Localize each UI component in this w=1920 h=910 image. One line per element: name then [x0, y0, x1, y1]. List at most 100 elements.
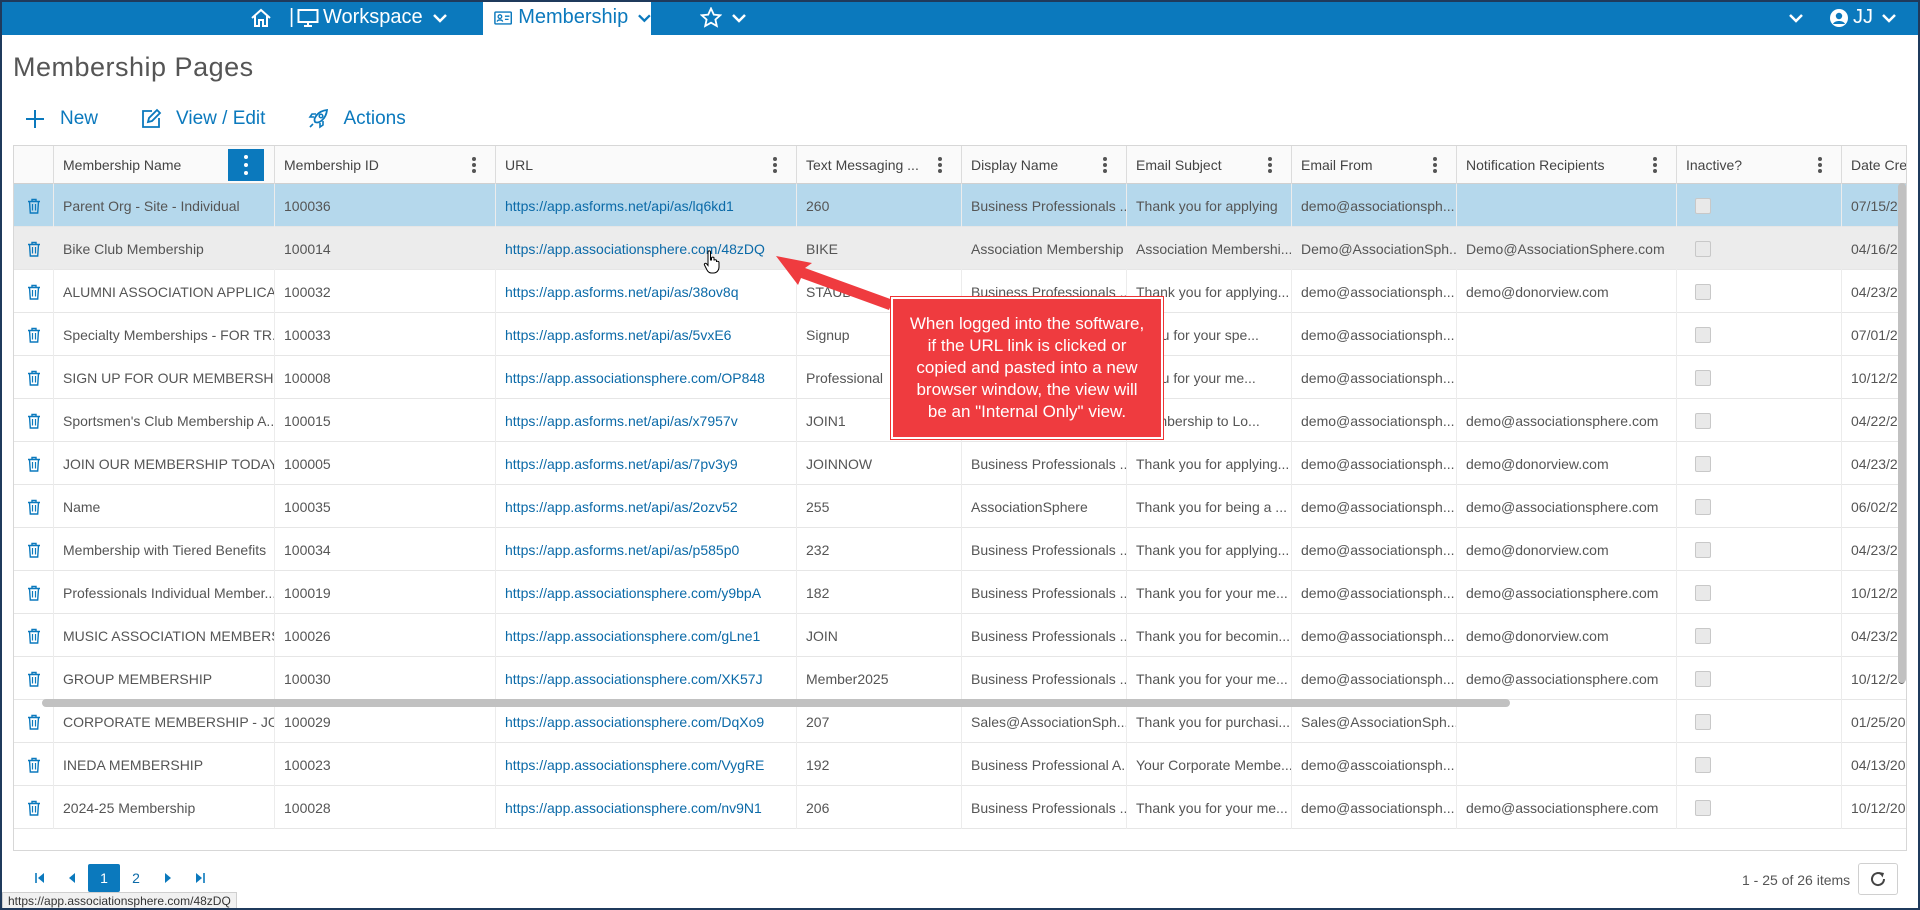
actions-button[interactable]: Actions [307, 108, 406, 130]
inactive-checkbox[interactable] [1695, 756, 1711, 773]
table-row[interactable]: JOIN OUR MEMBERSHIP TODAY 100005 https://a… [14, 442, 1906, 485]
url-link[interactable]: https://app.asforms.net/api/as/p585p0 [496, 528, 797, 571]
inactive-checkbox[interactable] [1695, 369, 1711, 386]
delete-row-button[interactable] [14, 485, 54, 528]
delete-row-button[interactable] [14, 227, 54, 270]
column-header[interactable]: Text Messaging ... [797, 146, 962, 184]
column-header[interactable]: Membership Name [54, 146, 275, 184]
first-page-button[interactable] [24, 864, 56, 892]
url-link[interactable]: https://app.associationsphere.com/48zDQ [496, 227, 797, 270]
table-row[interactable]: INEDA MEMBERSHIP 100023 https://app.associ… [14, 743, 1906, 786]
horizontal-scrollbar[interactable] [42, 699, 1510, 707]
page-1-button[interactable]: 1 [88, 864, 120, 892]
inactive-checkbox[interactable] [1695, 799, 1711, 816]
cell-recipients: Demo@AssociationSphere.com [1457, 227, 1677, 270]
delete-row-button[interactable] [14, 313, 54, 356]
column-menu-icon[interactable] [1096, 155, 1114, 175]
inactive-checkbox[interactable] [1695, 197, 1711, 214]
inactive-checkbox[interactable] [1695, 713, 1711, 730]
url-link[interactable]: https://app.associationsphere.com/gLne1 [496, 614, 797, 657]
inactive-checkbox[interactable] [1695, 326, 1711, 343]
pager-info: 1 - 25 of 26 items [1742, 872, 1851, 888]
more-menu[interactable] [1789, 0, 1803, 35]
delete-row-button[interactable] [14, 442, 54, 485]
new-button[interactable]: New [24, 108, 98, 130]
url-link[interactable]: https://app.asforms.net/api/as/lq6kd1 [496, 184, 797, 227]
column-header[interactable]: Date Cre [1842, 146, 1906, 184]
cell-recipients: demo@associationsphere.com [1457, 571, 1677, 614]
workspace-menu[interactable]: Workspace [297, 0, 447, 35]
column-menu-icon[interactable] [1646, 155, 1664, 175]
table-row[interactable]: GROUP MEMBERSHIP 100030 https://app.associ… [14, 657, 1906, 700]
url-link[interactable]: https://app.associationsphere.com/OP848 [496, 356, 797, 399]
url-link[interactable]: https://app.associationsphere.com/VygRE [496, 743, 797, 786]
page-2-button[interactable]: 2 [120, 864, 152, 892]
column-menu-icon[interactable] [465, 155, 483, 175]
delete-row-button[interactable] [14, 743, 54, 786]
inactive-checkbox[interactable] [1695, 283, 1711, 300]
table-row[interactable]: Name 100035 https://app.asforms.net/api/as… [14, 485, 1906, 528]
cell-id: 100005 [275, 442, 496, 485]
pager: 1 2 [24, 864, 216, 892]
next-page-button[interactable] [152, 864, 184, 892]
home-button[interactable] [250, 0, 272, 35]
view-edit-button[interactable]: View / Edit [140, 108, 265, 130]
url-link[interactable]: https://app.asforms.net/api/as/38ov8q [496, 270, 797, 313]
column-header[interactable]: Notification Recipients [1457, 146, 1677, 184]
url-link[interactable]: https://app.associationsphere.com/nv9N1 [496, 786, 797, 829]
last-page-button[interactable] [184, 864, 216, 892]
delete-row-button[interactable] [14, 270, 54, 313]
delete-row-button[interactable] [14, 528, 54, 571]
delete-row-button[interactable] [14, 571, 54, 614]
url-link[interactable]: https://app.asforms.net/api/as/2ozv52 [496, 485, 797, 528]
column-header[interactable]: Membership ID [275, 146, 496, 184]
inactive-checkbox[interactable] [1695, 584, 1711, 601]
column-menu-icon[interactable] [766, 155, 784, 175]
table-row[interactable]: MUSIC ASSOCIATION MEMBERS... 100026 https:… [14, 614, 1906, 657]
inactive-checkbox[interactable] [1695, 541, 1711, 558]
url-link[interactable]: https://app.associationsphere.com/y9bpA [496, 571, 797, 614]
delete-row-button[interactable] [14, 614, 54, 657]
refresh-button[interactable] [1858, 863, 1898, 895]
inactive-checkbox[interactable] [1695, 670, 1711, 687]
column-menu-icon[interactable] [931, 155, 949, 175]
table-row[interactable]: Professionals Individual Member... 100019… [14, 571, 1906, 614]
column-menu-icon[interactable] [1261, 155, 1279, 175]
inactive-checkbox[interactable] [1695, 627, 1711, 644]
vertical-scrollbar[interactable] [1898, 183, 1906, 683]
inactive-checkbox[interactable] [1695, 498, 1711, 515]
cell-display: Business Professionals ... [962, 442, 1127, 485]
edit-icon [142, 108, 162, 128]
delete-row-button[interactable] [14, 786, 54, 829]
column-header[interactable]: Email Subject [1127, 146, 1292, 184]
column-menu-icon[interactable] [1426, 155, 1444, 175]
membership-menu[interactable]: Membership [483, 0, 651, 35]
delete-row-button[interactable] [14, 184, 54, 227]
delete-row-button[interactable] [14, 356, 54, 399]
cell-name: SIGN UP FOR OUR MEMBERSHIP [54, 356, 275, 399]
user-menu[interactable]: JJ [1829, 0, 1896, 35]
delete-row-button[interactable] [14, 657, 54, 700]
url-link[interactable]: https://app.asforms.net/api/as/5vxE6 [496, 313, 797, 356]
prev-page-button[interactable] [56, 864, 88, 892]
column-header[interactable]: Inactive? [1677, 146, 1842, 184]
table-row[interactable]: 2024-25 Membership 100028 https://app.asso… [14, 786, 1906, 829]
table-row[interactable]: Parent Org - Site - Individual 100036 http… [14, 184, 1906, 227]
table-row[interactable]: Membership with Tiered Benefits 100034 htt… [14, 528, 1906, 571]
inactive-checkbox[interactable] [1695, 455, 1711, 472]
column-menu-icon[interactable] [228, 149, 264, 181]
url-link[interactable]: https://app.asforms.net/api/as/7pv3y9 [496, 442, 797, 485]
favorites-menu[interactable] [700, 0, 746, 35]
inactive-checkbox[interactable] [1695, 240, 1711, 257]
trash-icon [27, 628, 40, 644]
annotation-callout: When logged into the software, if the UR… [891, 297, 1163, 439]
column-header[interactable]: Email From [1292, 146, 1457, 184]
delete-row-button[interactable] [14, 399, 54, 442]
column-header[interactable]: URL [496, 146, 797, 184]
inactive-checkbox[interactable] [1695, 412, 1711, 429]
url-link[interactable]: https://app.associationsphere.com/XK57J [496, 657, 797, 700]
column-menu-icon[interactable] [1811, 155, 1829, 175]
url-link[interactable]: https://app.asforms.net/api/as/x7957v [496, 399, 797, 442]
table-row[interactable]: Bike Club Membership 100014 https://app.as… [14, 227, 1906, 270]
column-header[interactable]: Display Name [962, 146, 1127, 184]
